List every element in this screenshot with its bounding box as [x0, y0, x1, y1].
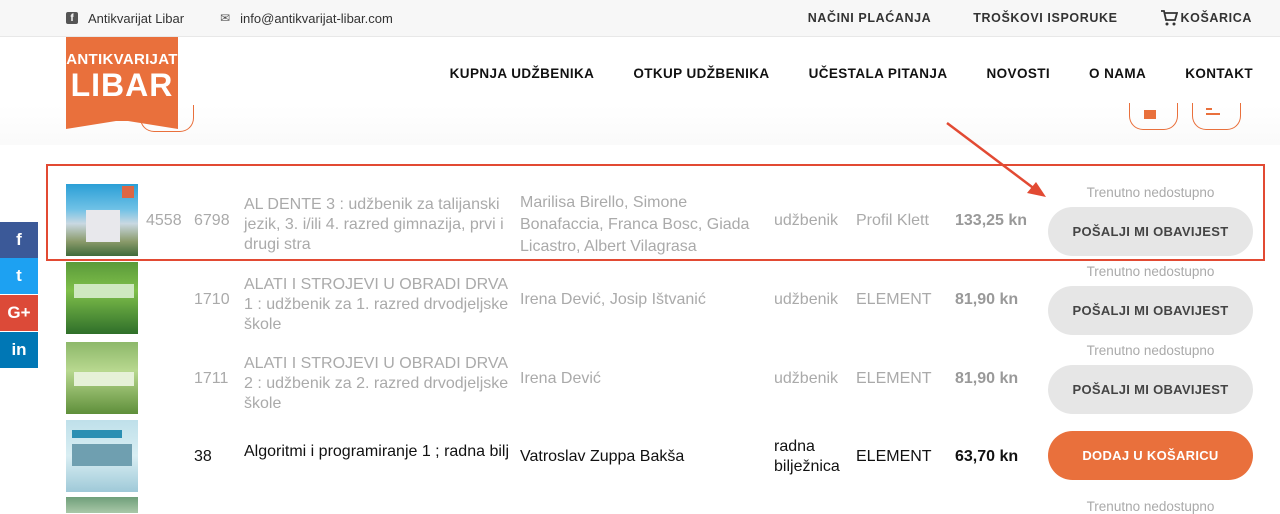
book-publisher: ELEMENT [856, 291, 932, 308]
top-bar: f Antikvarijat Libar ✉ info@antikvarijat… [0, 0, 1280, 37]
facebook-share-icon: f [16, 230, 22, 249]
main-menu: KUPNJA UDŽBENIKA OTKUP UDŽBENIKA UČESTAL… [411, 66, 1253, 81]
nav-o-nama[interactable]: O NAMA [1089, 66, 1146, 81]
add-to-cart-button[interactable]: DODAJ U KOŠARICU [1048, 431, 1253, 480]
book-price: 81,90 kn [955, 370, 1019, 387]
googleplus-icon: G+ [7, 303, 31, 322]
availability-status: Trenutno nedostupno [1086, 499, 1215, 514]
facebook-icon: f [66, 12, 78, 24]
book-cover[interactable] [66, 497, 138, 513]
book-cover[interactable] [66, 342, 138, 414]
twitter-icon: t [16, 266, 22, 285]
book-title[interactable]: ALATI I STROJEVI U OBRADI DRVA 1 : udžbe… [244, 275, 510, 335]
cart-link[interactable]: KOŠARICA [1160, 9, 1252, 27]
book-price: 63,70 kn [955, 448, 1019, 465]
availability-status: Trenutno nedostupno [1086, 264, 1215, 279]
row-code: 1710 [194, 291, 230, 308]
facebook-label: Antikvarijat Libar [88, 10, 185, 26]
payment-methods-link[interactable]: NAČINI PLAĆANJA [808, 11, 932, 25]
nav-kontakt[interactable]: KONTAKT [1185, 66, 1253, 81]
nav-otkup[interactable]: OTKUP UDŽBENIKA [633, 66, 769, 81]
book-publisher: ELEMENT [856, 370, 932, 387]
book-type: radna bilježnica [774, 438, 840, 475]
email-label: info@antikvarijat-libar.com [240, 10, 393, 26]
row-code: 1711 [194, 370, 229, 387]
book-title[interactable]: Algoritmi i programiranje 1 ; radna bilj [244, 443, 510, 461]
site-logo[interactable]: ANTIKVARIJAT LIBAR [66, 37, 178, 129]
linkedin-icon: in [11, 340, 27, 359]
nav-pitanja[interactable]: UČESTALA PITANJA [809, 66, 948, 81]
logo-line2: LIBAR [70, 67, 174, 103]
email-link[interactable]: ✉ info@antikvarijat-libar.com [220, 11, 393, 26]
row-code: 38 [194, 448, 212, 465]
cart-icon [1160, 10, 1178, 26]
book-publisher: ELEMENT [856, 448, 932, 465]
book-cover[interactable] [66, 420, 138, 492]
mail-icon: ✉ [220, 11, 231, 25]
grid-icon [1144, 110, 1156, 119]
cart-label: KOŠARICA [1180, 11, 1252, 25]
share-linkedin[interactable]: in [0, 332, 38, 368]
list-icon [1206, 108, 1220, 120]
nav-kupnja[interactable]: KUPNJA UDŽBENIKA [450, 66, 595, 81]
book-type: udžbenik [774, 291, 839, 308]
logo-line1: ANTIKVARIJAT [66, 51, 178, 68]
nav-novosti[interactable]: NOVOSTI [986, 66, 1050, 81]
shipping-costs-link[interactable]: TROŠKOVI ISPORUKE [973, 11, 1117, 25]
book-cover[interactable] [66, 262, 138, 334]
availability-status: Trenutno nedostupno [1086, 343, 1215, 358]
share-googleplus[interactable]: G+ [0, 295, 38, 331]
book-authors: Vatroslav Zuppa Bakša [520, 448, 685, 465]
book-type: udžbenik [774, 370, 839, 387]
notify-me-button[interactable]: POŠALJI MI OBAVIJEST [1048, 365, 1253, 414]
book-price: 81,90 kn [955, 291, 1019, 308]
book-authors: Irena Dević [520, 370, 601, 387]
share-twitter[interactable]: t [0, 258, 38, 294]
share-facebook[interactable]: f [0, 222, 38, 258]
notify-me-button[interactable]: POŠALJI MI OBAVIJEST [1048, 286, 1253, 335]
book-title[interactable]: ALATI I STROJEVI U OBRADI DRVA 2 : udžbe… [244, 354, 510, 414]
facebook-link[interactable]: f Antikvarijat Libar [66, 11, 184, 26]
highlight-box [46, 164, 1265, 261]
book-authors: Irena Dević, Josip Ištvanić [520, 291, 706, 308]
